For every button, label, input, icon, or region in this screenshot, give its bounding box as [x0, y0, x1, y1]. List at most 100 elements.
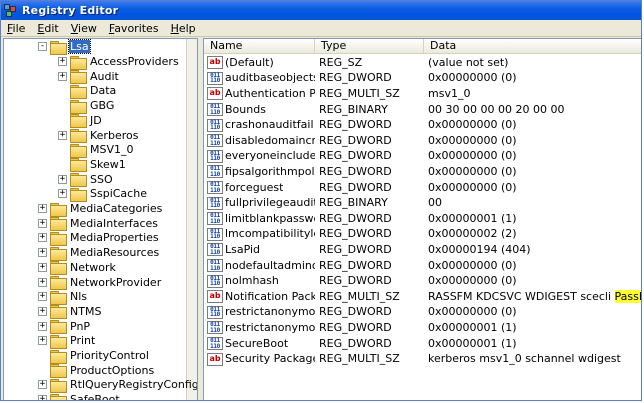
- expand-icon[interactable]: +: [58, 71, 67, 81]
- tree-item-label: RtlQueryRegistryConfig: [70, 378, 198, 392]
- value-type: REG_DWORD: [319, 133, 392, 147]
- expand-icon[interactable]: +: [38, 395, 47, 400]
- tree-item[interactable]: ProductOptions: [38, 363, 155, 379]
- value-row[interactable]: 011 110 Bounds REG_BINARY 00 30 00 00 00 20…: [204, 102, 641, 118]
- value-data: msv1_0: [428, 86, 471, 100]
- tree-item[interactable]: + MediaInterfaces: [38, 216, 159, 232]
- expand-icon[interactable]: +: [58, 57, 67, 67]
- value-row[interactable]: 011 110everyoneincludes... REG_DWORD 0x000…: [204, 149, 641, 165]
- tree-item[interactable]: MSV1_0: [58, 142, 135, 158]
- value-row[interactable]: ab Authentication P... REG_MULTI_SZ msv1_0: [204, 86, 641, 102]
- tree-item[interactable]: PriorityControl: [38, 348, 150, 364]
- value-row[interactable]: 011 110 forceguest REG_DWORD 0x00000000 (0): [204, 180, 641, 196]
- tree-item[interactable]: + MediaProperties: [38, 231, 160, 246]
- value-data-cell: 0x00000000 (0): [424, 274, 641, 288]
- tree-item[interactable]: GBG: [58, 98, 115, 114]
- title-bar[interactable]: Registry Editor: [1, 1, 641, 20]
- tree-item-label: NTMS: [70, 304, 102, 318]
- tree-item[interactable]: + SspiCache: [58, 187, 148, 202]
- expand-icon[interactable]: +: [58, 130, 67, 140]
- expand-icon[interactable]: +: [38, 336, 47, 346]
- tree-item-label: Audit: [90, 69, 119, 83]
- expand-icon[interactable]: +: [38, 262, 47, 272]
- tree-item[interactable]: + RtlQueryRegistryConfig: [38, 378, 198, 393]
- expand-icon[interactable]: +: [38, 218, 47, 228]
- tree-item[interactable]: + MediaCategories: [38, 201, 163, 217]
- value-row[interactable]: 011 110 auditbaseobjects REG_DWORD 0x000000…: [204, 71, 641, 87]
- value-row[interactable]: 011 110restrictanonymous REG_DWORD 0x00000…: [204, 305, 641, 321]
- key-tree-pane[interactable]: - Lsa + AccessProviders + Audit Data GBG JD + Kerb…: [3, 38, 198, 400]
- value-type: REG_BINARY: [319, 102, 388, 116]
- expand-icon[interactable]: +: [38, 306, 47, 316]
- tree-item[interactable]: + SSO: [58, 172, 114, 188]
- menu-file[interactable]: File: [1, 21, 31, 36]
- tree-item[interactable]: + Nls: [38, 289, 88, 305]
- tree-item[interactable]: + NTMS: [38, 304, 102, 320]
- column-header-data[interactable]: Data: [424, 39, 641, 54]
- binary-value-icon: 011 110: [207, 274, 223, 288]
- expand-icon[interactable]: +: [58, 174, 67, 184]
- menu-view[interactable]: View: [65, 21, 103, 36]
- expand-icon[interactable]: +: [38, 248, 47, 258]
- column-header-name[interactable]: Name: [204, 39, 315, 54]
- values-list-pane[interactable]: Name Type Data ab (Default) REG_SZ (value n…: [203, 38, 641, 400]
- value-row[interactable]: 011 110nodefaultadmino... REG_DWORD 0x0000…: [204, 258, 641, 274]
- expand-icon[interactable]: +: [58, 189, 67, 199]
- column-header-type[interactable]: Type: [315, 39, 424, 54]
- tree-item[interactable]: + Audit: [58, 69, 120, 85]
- tree-item[interactable]: + SafeBoot: [38, 392, 121, 400]
- tree-item[interactable]: + Print: [38, 334, 96, 349]
- menu-favorites-rest: avorites: [114, 21, 159, 35]
- tree-item[interactable]: Skew1: [58, 157, 127, 173]
- expand-icon[interactable]: +: [38, 380, 47, 390]
- tree-item[interactable]: + MediaResources: [38, 245, 160, 261]
- tree-item[interactable]: + Network: [38, 260, 117, 276]
- menu-edit[interactable]: Edit: [31, 21, 64, 36]
- value-data-cell: kerberos msv1_0 schannel wdigest: [424, 352, 641, 366]
- value-row[interactable]: 011 110limitblankpasswor... REG_DWORD 0x00…: [204, 211, 641, 227]
- value-name: crashonauditfail: [225, 118, 314, 132]
- value-row[interactable]: ab (Default) REG_SZ (value not set): [204, 55, 641, 71]
- value-row[interactable]: 011 110fullprivilegeauditing REG_BINARY 00: [204, 195, 641, 211]
- expand-icon[interactable]: +: [38, 292, 47, 302]
- collapse-icon[interactable]: -: [38, 42, 47, 52]
- value-row[interactable]: 011 110disabledomaincreds REG_DWORD 0x0000…: [204, 133, 641, 149]
- value-name: Security Packages: [225, 352, 315, 366]
- expand-icon[interactable]: +: [38, 321, 47, 331]
- value-row[interactable]: 011 110lmcompatibilitylevel REG_DWORD 0x00…: [204, 227, 641, 243]
- value-name: disabledomaincreds: [225, 133, 315, 147]
- tree-item[interactable]: + PnP: [38, 319, 91, 335]
- expand-icon[interactable]: +: [38, 233, 47, 243]
- value-row[interactable]: 011 110 SecureBoot REG_DWORD 0x00000001 (1): [204, 336, 641, 352]
- binary-value-icon: 011 110: [207, 71, 223, 85]
- value-data-cell: 0x00000000 (0): [424, 164, 641, 179]
- value-row[interactable]: 011 110 crashonauditfail REG_DWORD 0x000000…: [204, 117, 641, 133]
- menu-help[interactable]: Help: [165, 21, 202, 36]
- tree-item[interactable]: + Kerberos: [58, 128, 139, 144]
- value-name-cell: 011 110restrictanonymous: [204, 305, 315, 319]
- value-row[interactable]: 011 110 LsaPid REG_DWORD 0x00000194 (404): [204, 242, 641, 258]
- tree-item[interactable]: + NetworkProvider: [38, 275, 162, 291]
- value-row[interactable]: abNotification Pack... REG_MULTI_SZ RASSFM…: [204, 289, 641, 305]
- expand-icon[interactable]: +: [38, 204, 47, 214]
- folder-icon: [70, 173, 87, 188]
- registry-editor-icon: [4, 3, 18, 18]
- value-row[interactable]: 011 110 nolmhash REG_DWORD 0x00000000 (0): [204, 273, 641, 289]
- tree-scrollbar[interactable]: [186, 39, 197, 400]
- tree-item[interactable]: Data: [58, 84, 117, 99]
- tree-item[interactable]: - Lsa: [38, 39, 91, 55]
- value-row[interactable]: ab Security Packages REG_MULTI_SZ kerberos …: [204, 351, 641, 367]
- value-type: REG_DWORD: [319, 227, 392, 241]
- value-data: 0x00000000 (0): [428, 164, 517, 178]
- expand-icon[interactable]: +: [38, 277, 47, 287]
- folder-icon: [50, 217, 67, 232]
- tree-item[interactable]: JD: [58, 113, 103, 129]
- tree-item[interactable]: + AccessProviders: [58, 54, 180, 70]
- menu-favorites[interactable]: Favorites: [103, 21, 165, 36]
- value-data-cell: 0x00000000 (0): [424, 305, 641, 319]
- value-row[interactable]: 011 110fipsalgorithmpolicy REG_DWORD 0x000…: [204, 164, 641, 180]
- value-row[interactable]: 011 110restrictanonymous... REG_DWORD 0x00…: [204, 320, 641, 336]
